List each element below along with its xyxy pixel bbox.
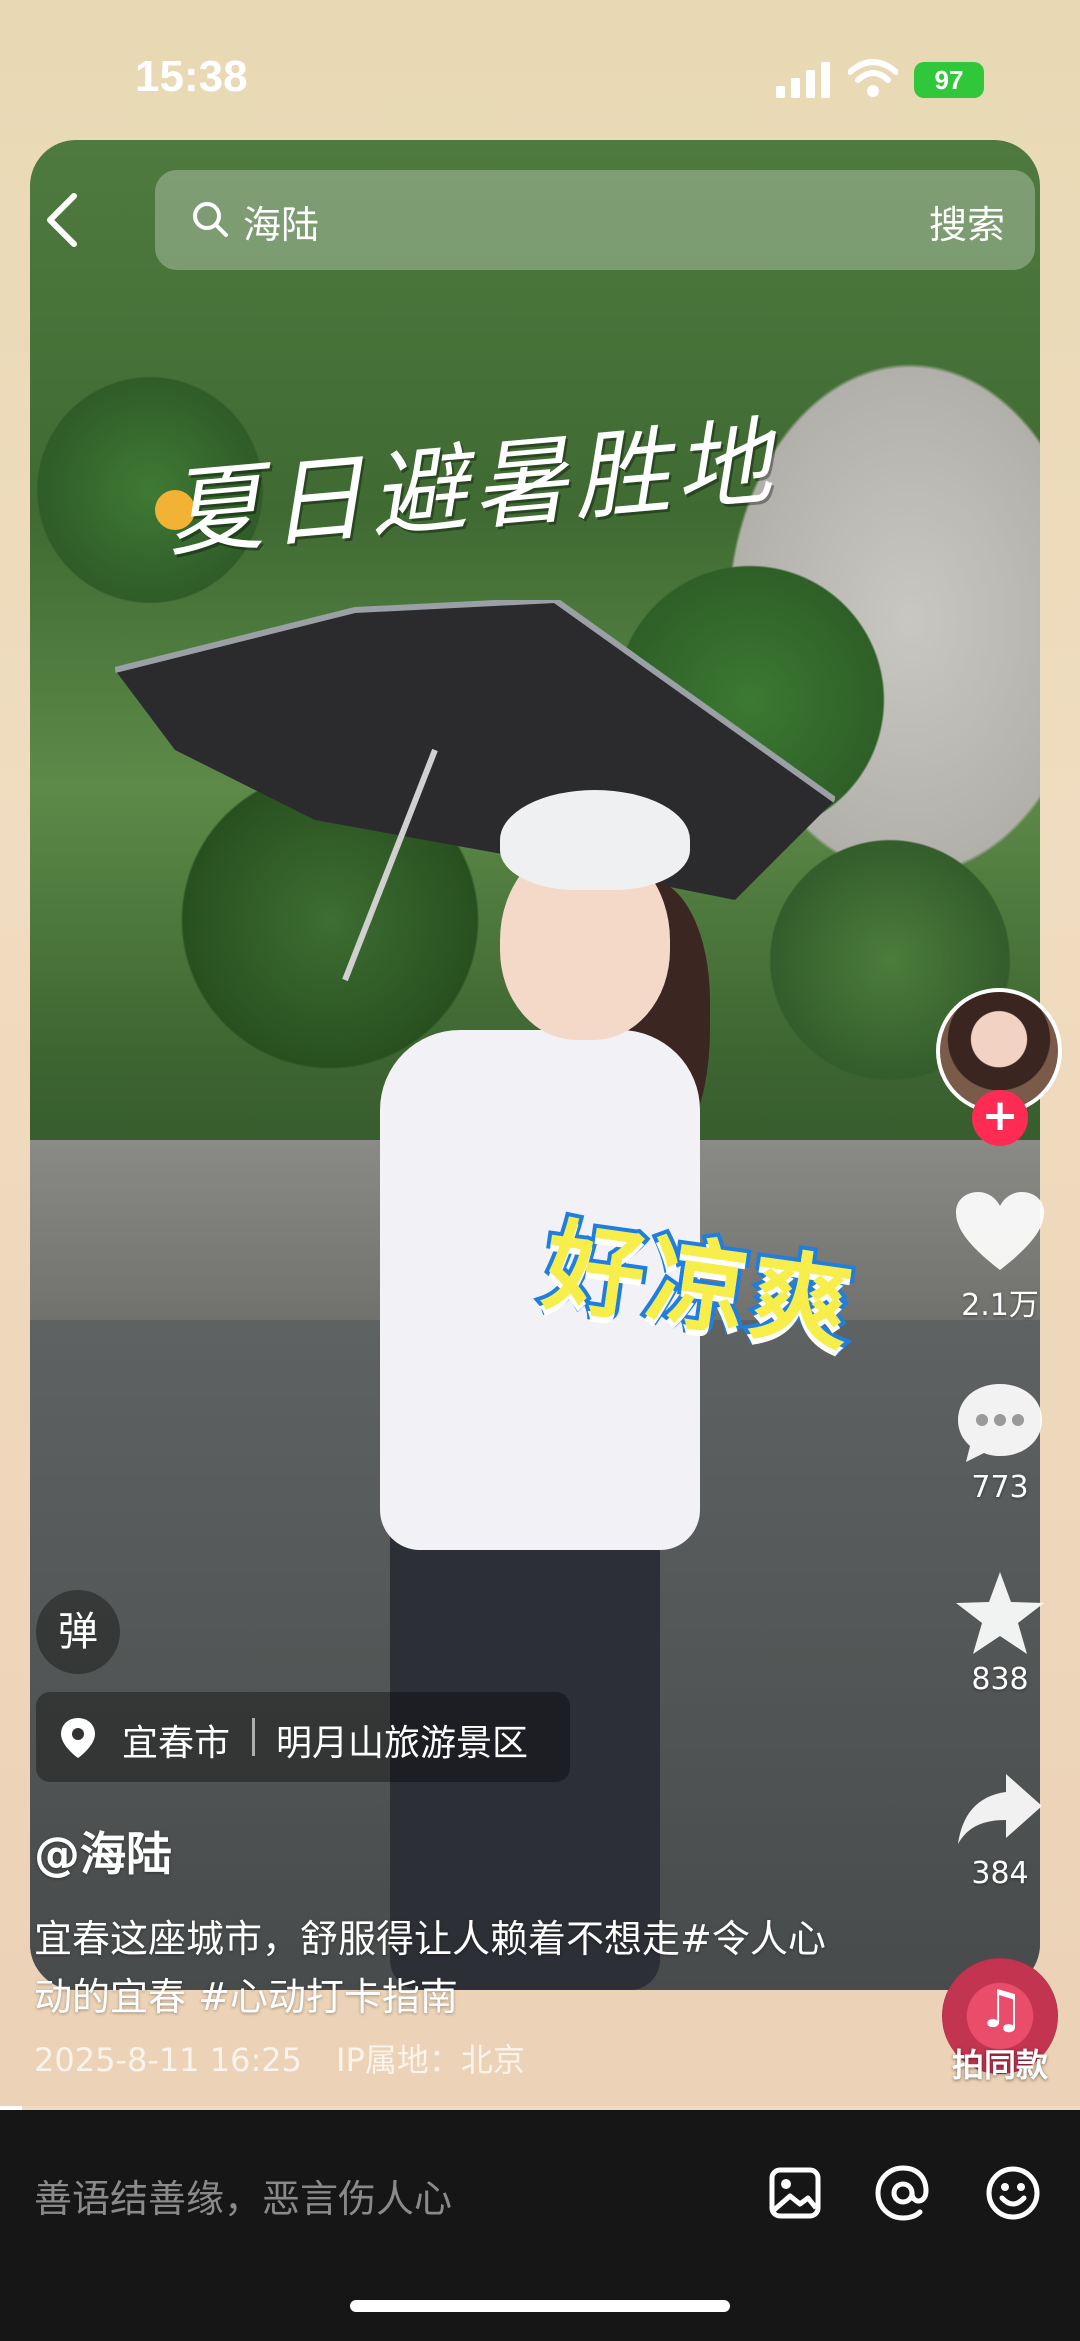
- wifi-icon: [848, 59, 898, 97]
- favorite-count: 838: [971, 1662, 1029, 1697]
- location-divider: [252, 1718, 255, 1756]
- search-button[interactable]: 搜索: [929, 194, 1005, 249]
- video-frame: 夏日避暑胜地 好凉爽: [0, 0, 1080, 2110]
- follow-button[interactable]: +: [972, 1090, 1028, 1146]
- comment-icon: [958, 1384, 1042, 1462]
- post-date: 2025-8-11 16:25: [34, 2041, 302, 2079]
- status-bar: 15:38 97: [0, 0, 1080, 150]
- location-spot: 明月山旅游景区: [276, 1723, 529, 1764]
- signal-icon: [776, 62, 830, 98]
- person-beret: [500, 790, 690, 890]
- comment-input[interactable]: 善语结善缘，恶言伤人心: [34, 2168, 452, 2223]
- image-icon[interactable]: [760, 2158, 830, 2228]
- status-time: 15:38: [135, 52, 248, 101]
- share-count: 384: [971, 1856, 1029, 1891]
- share-arrow-icon: [958, 1774, 1042, 1844]
- comment-count: 773: [971, 1470, 1029, 1505]
- share-button[interactable]: 384: [950, 1770, 1050, 1891]
- star-icon: [956, 1572, 1044, 1654]
- video-screen: 夏日避暑胜地 好凉爽 15:38 97 海陆 搜索 + 2.1万 773 838…: [0, 0, 1080, 2341]
- author-name[interactable]: @海陆: [34, 1818, 172, 1884]
- favorite-button[interactable]: 838: [950, 1570, 1050, 1697]
- umbrella-graphic: [115, 600, 835, 982]
- search-icon: [193, 202, 228, 237]
- search-bar[interactable]: 海陆 搜索: [155, 170, 1035, 270]
- comment-button[interactable]: 773: [950, 1380, 1050, 1505]
- heart-icon: [956, 1192, 1044, 1270]
- like-button[interactable]: 2.1万: [950, 1190, 1050, 1324]
- battery-indicator: 97: [914, 62, 984, 98]
- ip-location: IP属地：北京: [336, 2041, 525, 2079]
- music-note-icon: ♫: [978, 1980, 1025, 2040]
- mention-icon[interactable]: [868, 2158, 938, 2228]
- video-meta: 2025-8-11 16:25 IP属地：北京: [34, 2035, 549, 2081]
- back-icon[interactable]: [40, 190, 84, 250]
- emoji-icon[interactable]: [978, 2158, 1048, 2228]
- location-pin-icon: [61, 1718, 95, 1758]
- location-city: 宜春市: [122, 1723, 231, 1764]
- danmu-toggle[interactable]: 弹: [36, 1590, 120, 1674]
- home-indicator[interactable]: [350, 2300, 730, 2312]
- use-sound-label[interactable]: 拍同款: [942, 2040, 1058, 2086]
- search-input[interactable]: 海陆: [243, 194, 319, 249]
- like-count: 2.1万: [961, 1288, 1039, 1323]
- location-tag[interactable]: 宜春市 明月山旅游景区: [36, 1692, 570, 1782]
- video-caption[interactable]: 宜春这座城市，舒服得让人赖着不想走#令人心动的宜春 #心动打卡指南: [34, 1910, 834, 2026]
